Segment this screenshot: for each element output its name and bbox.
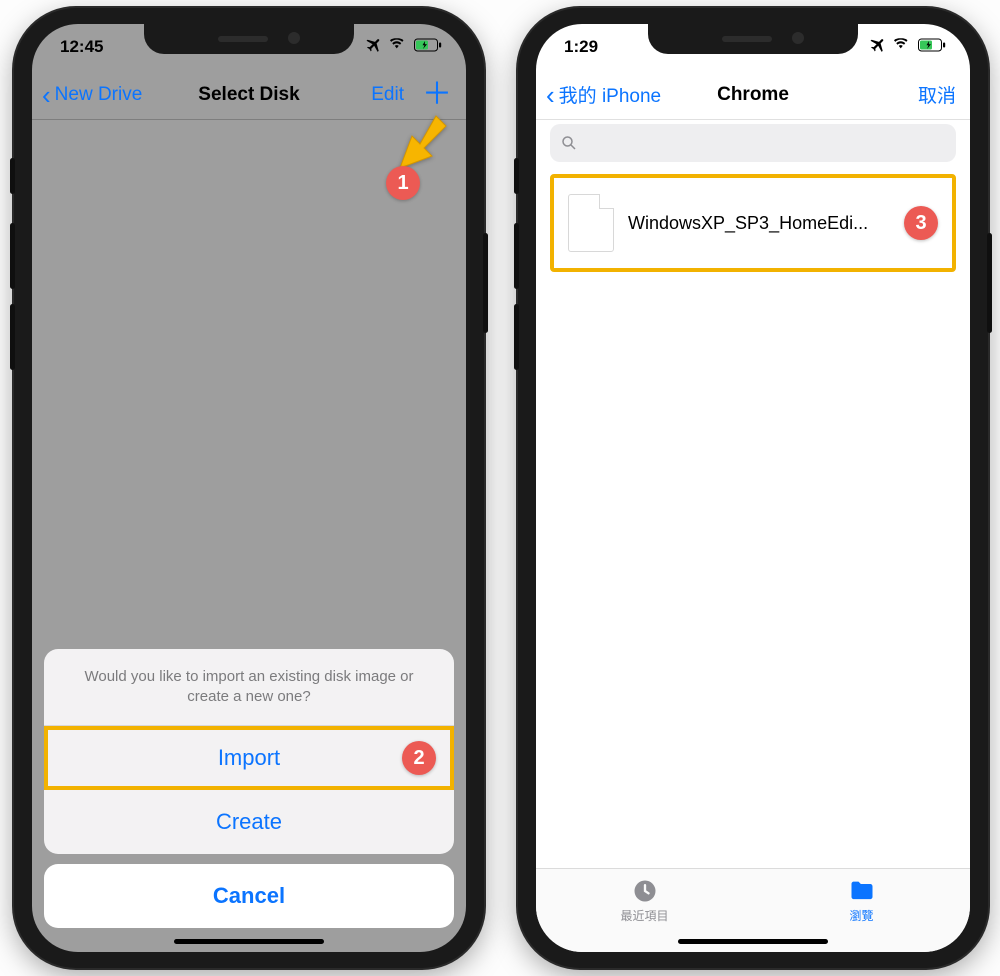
action-sheet: Would you like to import an existing dis… xyxy=(44,649,454,929)
wifi-icon xyxy=(894,37,912,57)
battery-icon xyxy=(918,37,946,57)
sheet-option-import[interactable]: Import 2 xyxy=(44,726,454,790)
status-time: 12:45 xyxy=(60,37,103,57)
nav-back-button[interactable]: ‹ New Drive xyxy=(42,82,142,108)
nav-back-label: 我的 iPhone xyxy=(559,81,661,108)
sheet-option-create-label: Create xyxy=(216,809,282,835)
nav-bar: ‹ 我的 iPhone Chrome 取消 xyxy=(536,70,970,120)
sheet-message: Would you like to import an existing dis… xyxy=(44,649,454,727)
sheet-option-import-label: Import xyxy=(218,745,280,771)
screen-right: 1:29 ‹ 我的 iPhone Chrome 取消 xyxy=(536,24,970,952)
phone-mockup-left: 12:45 ‹ New Drive Select Disk Edit xyxy=(14,8,484,968)
clock-icon xyxy=(631,877,659,905)
file-name-label: WindowsXP_SP3_HomeEdi... xyxy=(628,213,890,234)
nav-cancel-button[interactable]: 取消 xyxy=(918,81,956,108)
annotation-badge-3: 3 xyxy=(904,206,938,240)
notch xyxy=(144,24,354,54)
search-icon xyxy=(560,134,578,152)
nav-title: Select Disk xyxy=(198,84,299,106)
phone-mockup-right: 1:29 ‹ 我的 iPhone Chrome 取消 xyxy=(518,8,988,968)
annotation-badge-2: 2 xyxy=(402,741,436,775)
chevron-left-icon: ‹ xyxy=(42,82,51,108)
nav-title: Chrome xyxy=(717,84,789,106)
sheet-cancel-label: Cancel xyxy=(213,883,285,909)
screen-left: 12:45 ‹ New Drive Select Disk Edit xyxy=(32,24,466,952)
sheet-option-create[interactable]: Create xyxy=(44,790,454,854)
annotation-badge-1: 1 xyxy=(386,166,420,200)
battery-icon xyxy=(414,37,442,57)
folder-icon xyxy=(848,877,876,905)
nav-add-button[interactable]: ＋ xyxy=(422,80,452,110)
home-indicator xyxy=(174,939,324,944)
nav-back-button[interactable]: ‹ 我的 iPhone xyxy=(546,81,661,108)
nav-back-label: New Drive xyxy=(55,84,143,106)
tab-browse-label: 瀏覽 xyxy=(849,907,873,924)
file-icon xyxy=(568,194,614,252)
status-icons xyxy=(366,36,442,59)
airplane-icon xyxy=(870,36,888,59)
airplane-icon xyxy=(366,36,384,59)
nav-edit-button[interactable]: Edit xyxy=(371,84,404,106)
status-icons xyxy=(870,36,946,59)
sheet-cancel-button[interactable]: Cancel xyxy=(44,864,454,928)
notch xyxy=(648,24,858,54)
wifi-icon xyxy=(390,37,408,57)
search-input[interactable] xyxy=(550,124,956,162)
tab-recent-label: 最近項目 xyxy=(620,907,668,924)
status-time: 1:29 xyxy=(564,37,598,57)
file-row[interactable]: WindowsXP_SP3_HomeEdi... 3 xyxy=(550,174,956,272)
chevron-left-icon: ‹ xyxy=(546,82,555,108)
home-indicator xyxy=(678,939,828,944)
